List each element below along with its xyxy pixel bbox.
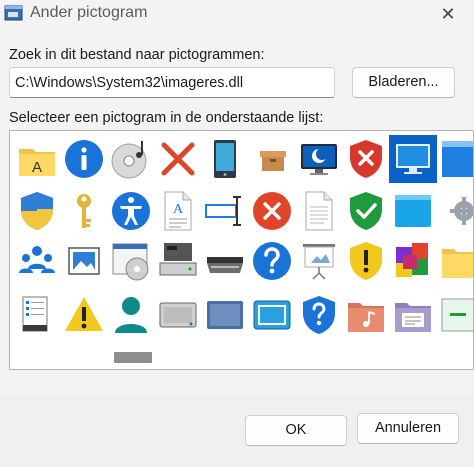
users-icon[interactable] [13, 237, 61, 285]
info-icon-glyph [65, 140, 103, 178]
picture-frame-icon[interactable] [60, 237, 108, 285]
drive-gray-icon[interactable] [154, 291, 202, 339]
folder-yellow-icon[interactable] [436, 237, 473, 285]
close-button[interactable]: ✕ [432, 1, 464, 29]
shield-warning-icon[interactable] [342, 237, 390, 285]
text-cursor-icon[interactable] [201, 187, 249, 235]
error-icon-glyph [253, 192, 291, 230]
browse-button[interactable]: Bladeren... [352, 67, 455, 98]
uac-shield-icon[interactable] [13, 187, 61, 235]
uac-shield-icon-glyph [21, 192, 53, 230]
key-icon[interactable] [60, 187, 108, 235]
monitor-moon-icon-glyph [301, 144, 337, 175]
red-x-icon[interactable] [154, 135, 202, 183]
blue-panel-icon[interactable] [436, 135, 473, 183]
blank-document-icon[interactable] [295, 187, 343, 235]
server-drive-icon-glyph [159, 243, 197, 276]
programs-icon-glyph [396, 243, 428, 277]
title-bar: Ander pictogram ✕ [0, 0, 474, 32]
box-icon-glyph [260, 151, 286, 171]
folder-yellow-icon-glyph [442, 249, 473, 278]
folder-a-icon-glyph: A [19, 149, 55, 176]
projector-screen-icon[interactable] [295, 237, 343, 285]
cd-window-icon-glyph [112, 243, 149, 281]
file-label: Zoek in dit bestand naar pictogrammen: [9, 47, 265, 63]
news-folder-icon[interactable] [389, 291, 437, 339]
box-icon[interactable] [248, 135, 296, 183]
cancel-button[interactable]: Annuleren [357, 413, 459, 444]
programs-icon[interactable] [389, 237, 437, 285]
cd-window-icon[interactable] [107, 237, 155, 285]
svg-text:A: A [32, 159, 42, 176]
tablet-device-icon-glyph [214, 140, 236, 178]
error-icon[interactable] [248, 187, 296, 235]
scanner-icon-glyph [207, 257, 243, 273]
icon-list-label: Selecteer een pictogram in de onderstaan… [9, 110, 324, 126]
shield-check-icon[interactable] [342, 187, 390, 235]
gear-icon[interactable] [436, 187, 473, 235]
info-icon[interactable] [60, 135, 108, 183]
text-cursor-icon-glyph [205, 196, 241, 226]
green-window-icon[interactable] [436, 291, 473, 339]
document-a-icon[interactable]: A [154, 187, 202, 235]
monitor-moon-icon[interactable] [295, 135, 343, 183]
cd-music-icon-glyph [111, 141, 147, 179]
tablet-device-icon[interactable] [201, 135, 249, 183]
document-a-icon-glyph: A [164, 191, 192, 231]
shield-warning-icon-glyph [350, 242, 382, 280]
window-title: Ander pictogram [30, 4, 148, 21]
accessibility-icon-glyph [112, 192, 150, 230]
app-window-icon [4, 5, 23, 21]
warning-icon-glyph [65, 297, 103, 331]
file-path-input[interactable] [9, 67, 335, 98]
picture-frame-icon-glyph [68, 247, 100, 275]
accessibility-icon[interactable] [107, 187, 155, 235]
shield-question-icon-glyph [303, 296, 335, 334]
server-drive-icon[interactable] [154, 237, 202, 285]
blue-window-icon[interactable] [389, 187, 437, 235]
shield-question-icon[interactable] [295, 291, 343, 339]
key-icon-glyph [77, 194, 91, 228]
help-icon[interactable] [248, 237, 296, 285]
shield-x-icon-glyph [350, 140, 382, 178]
scanner-icon[interactable] [201, 237, 249, 285]
red-x-icon-glyph [161, 142, 195, 176]
server-list-icon[interactable] [13, 291, 61, 339]
shield-check-icon-glyph [350, 192, 382, 230]
icon-list[interactable]: AA [9, 130, 474, 370]
drive-blue-icon[interactable] [201, 291, 249, 339]
monitor-blue-icon[interactable] [389, 135, 437, 183]
warning-icon[interactable] [60, 291, 108, 339]
green-window-icon-glyph [441, 298, 473, 332]
horizontal-scrollbar-thumb[interactable] [114, 352, 152, 363]
shield-x-icon[interactable] [342, 135, 390, 183]
projector-screen-icon-glyph [303, 244, 335, 280]
news-folder-icon-glyph [395, 303, 431, 332]
disk-blue-icon[interactable] [248, 291, 296, 339]
blue-window-icon-glyph [395, 195, 431, 227]
drive-blue-icon-glyph [207, 301, 243, 329]
music-folder-icon-glyph [348, 303, 384, 332]
server-list-icon-glyph [22, 296, 48, 332]
blue-panel-icon-glyph [442, 141, 473, 177]
folder-a-icon[interactable]: A [13, 135, 61, 183]
monitor-blue-icon-glyph [396, 144, 430, 174]
user-icon[interactable] [107, 291, 155, 339]
help-icon-glyph [253, 242, 291, 280]
gear-icon-glyph [450, 197, 473, 225]
blank-document-icon-glyph [305, 191, 333, 231]
user-icon-glyph [115, 297, 147, 333]
ok-button[interactable]: OK [245, 415, 347, 446]
disk-blue-icon-glyph [253, 300, 291, 330]
users-icon-glyph [19, 246, 55, 273]
cd-music-icon[interactable] [107, 135, 155, 183]
drive-gray-icon-glyph [159, 302, 197, 328]
svg-text:A: A [173, 202, 184, 217]
music-folder-icon[interactable] [342, 291, 390, 339]
